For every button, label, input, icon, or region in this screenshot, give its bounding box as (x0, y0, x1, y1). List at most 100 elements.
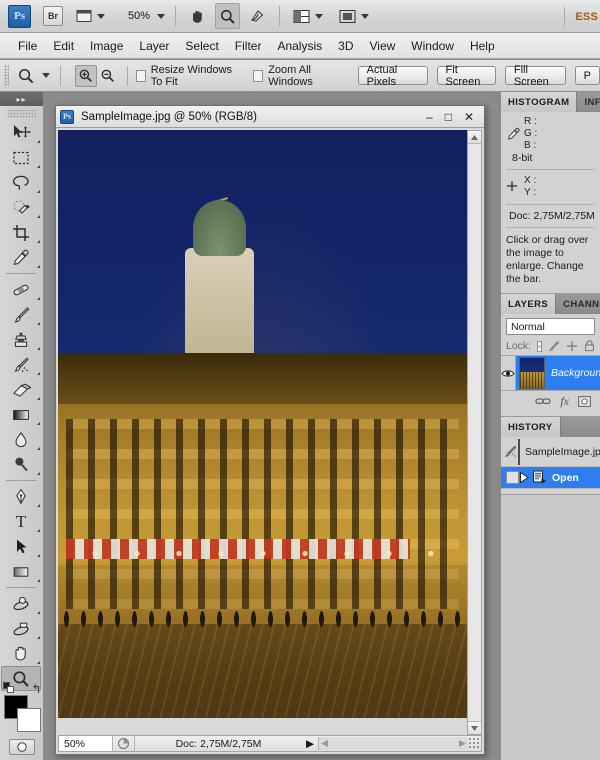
menu-item-edit[interactable]: Edit (45, 36, 82, 56)
menu-item-layer[interactable]: Layer (131, 36, 177, 56)
screen-mode-button[interactable] (336, 3, 372, 29)
document-title-bar[interactable]: Ps SampleImage.jpg @ 50% (RGB/8) – □ ✕ (56, 106, 484, 128)
sidebar-item-history-brush-tool[interactable] (0, 352, 42, 377)
minimize-button[interactable]: – (426, 111, 433, 123)
menu-item-3d[interactable]: 3D (330, 36, 361, 56)
menu-item-image[interactable]: Image (82, 36, 131, 56)
sidebar-item-move-tool[interactable] (0, 120, 42, 145)
layer-styles-fx-icon[interactable]: fx (560, 394, 569, 409)
photoshop-logo-icon[interactable]: Ps (8, 4, 31, 28)
sidebar-item-3d-object-rotate-tool[interactable] (0, 591, 42, 616)
background-color-swatch[interactable] (16, 708, 41, 732)
menu-item-analysis[interactable]: Analysis (269, 36, 330, 56)
sidebar-item-spot-healing-brush-tool[interactable] (0, 277, 42, 302)
canvas-vertical-scrollbar[interactable] (467, 130, 482, 735)
sidebar-item-lasso-tool[interactable] (0, 170, 42, 195)
workspace-switcher[interactable]: ESS (554, 0, 600, 33)
list-item[interactable]: Open (501, 467, 600, 489)
status-horizontal-scrollbar[interactable] (318, 737, 468, 750)
status-preview-icon[interactable] (113, 736, 135, 751)
menu-item-help[interactable]: Help (462, 36, 503, 56)
sidebar-item-gradient-tool[interactable] (0, 402, 42, 427)
layer-visibility-toggle[interactable] (501, 356, 516, 390)
link-layers-icon[interactable] (535, 396, 551, 406)
lock-position-icon[interactable] (566, 340, 578, 352)
zoom-tool-button[interactable] (215, 3, 241, 29)
launch-bridge-icon[interactable]: Br (43, 6, 63, 26)
print-size-button[interactable]: P (574, 66, 600, 85)
menu-item-window[interactable]: Window (403, 36, 462, 56)
image-canvas[interactable] (58, 130, 467, 718)
fit-screen-button[interactable]: Fit Screen (436, 64, 496, 88)
tab-histogram[interactable]: HISTOGRAM (501, 92, 578, 112)
add-layer-mask-icon[interactable] (578, 395, 591, 407)
sidebar-item-3d-camera-rotate-tool[interactable] (0, 616, 42, 641)
sidebar-item-clone-stamp-tool[interactable] (0, 327, 42, 352)
scroll-down-arrow-icon[interactable] (468, 721, 481, 734)
resize-windows-to-fit-checkbox[interactable] (135, 69, 146, 82)
zoom-all-windows-option[interactable]: Zoom All Windows (253, 64, 342, 88)
table-row[interactable]: Background (501, 355, 600, 391)
view-extras-button[interactable] (73, 3, 108, 29)
menu-item-file[interactable]: File (10, 36, 45, 56)
sidebar-item-eraser-tool[interactable] (0, 377, 42, 402)
create-snapshot-checkbox[interactable] (506, 471, 519, 484)
sidebar-item-blur-tool[interactable] (0, 427, 42, 452)
sidebar-item-path-selection-tool[interactable] (0, 534, 42, 559)
lock-transparent-pixels-icon[interactable] (537, 340, 542, 352)
tab-history[interactable]: HISTORY (501, 417, 561, 437)
blend-mode-select[interactable]: Normal (506, 318, 595, 335)
toolbox-collapse-button[interactable]: ▸▸ (0, 92, 43, 106)
sidebar-item-dodge-tool[interactable] (0, 452, 42, 477)
tab-channels[interactable]: CHANNELS (556, 294, 600, 314)
scroll-up-arrow-icon[interactable] (468, 131, 481, 144)
fill-screen-button[interactable]: Fill Screen (504, 64, 566, 88)
resize-windows-to-fit-option[interactable]: Resize Windows To Fit (135, 64, 242, 88)
sidebar-item-hand-tool[interactable] (0, 641, 42, 666)
sidebar-item-rectangle-tool[interactable] (0, 559, 42, 584)
sidebar-item-eyedropper-tool[interactable] (0, 245, 42, 270)
lock-all-icon[interactable] (584, 340, 595, 352)
zoom-out-button[interactable] (97, 65, 119, 87)
menu-item-select[interactable]: Select (177, 36, 226, 56)
default-colors-icon[interactable] (2, 682, 14, 693)
resize-grip[interactable] (468, 737, 481, 750)
rotate-view-tool-button[interactable] (246, 3, 269, 29)
zoom-level-value[interactable]: 50% (128, 10, 150, 22)
zoom-in-button[interactable] (74, 64, 97, 87)
menu-item-view[interactable]: View (361, 36, 403, 56)
scroll-right-arrow-icon[interactable] (459, 740, 466, 747)
hand-tool-button[interactable] (186, 3, 209, 29)
actual-pixels-button[interactable]: Actual Pixels (357, 64, 428, 88)
arrange-documents-icon (293, 9, 310, 23)
sidebar-item-horizontal-type-tool[interactable]: T (0, 509, 42, 534)
lock-image-pixels-icon[interactable] (548, 340, 560, 352)
tool-flyout-triangle-icon (34, 661, 40, 664)
sidebar-item-pen-tool[interactable] (0, 484, 42, 509)
options-bar-grip[interactable] (4, 64, 9, 87)
history-brush-source-toggle[interactable] (503, 444, 518, 459)
zoom-all-windows-checkbox[interactable] (253, 69, 264, 82)
document-status-bar: 50% Doc: 2,75M/2,75M ▶ (58, 735, 482, 752)
active-tool-preview[interactable] (17, 67, 50, 85)
quick-mask-mode-button[interactable] (8, 739, 35, 755)
zoom-level-chevron-down-icon[interactable] (157, 13, 166, 19)
close-button[interactable]: ✕ (464, 111, 474, 123)
lasso-icon (12, 175, 29, 190)
sidebar-item-rectangular-marquee-tool[interactable] (0, 145, 42, 170)
toolbox-grip[interactable] (7, 109, 36, 118)
sidebar-item-crop-tool[interactable] (0, 220, 42, 245)
maximize-button[interactable]: □ (445, 111, 452, 123)
sidebar-item-quick-selection-tool[interactable] (0, 195, 42, 220)
arrange-documents-button[interactable] (290, 3, 326, 29)
menu-item-filter[interactable]: Filter (227, 36, 270, 56)
list-item[interactable]: SampleImage.jpg (501, 437, 600, 467)
appbar-divider-1 (175, 6, 177, 26)
status-menu-arrow-icon[interactable]: ▶ (302, 738, 318, 750)
scroll-left-arrow-icon[interactable] (321, 740, 328, 747)
tab-info[interactable]: INFO (577, 92, 600, 112)
swap-colors-icon[interactable]: ↰ (31, 682, 41, 696)
status-zoom-field[interactable]: 50% (59, 736, 113, 751)
sidebar-item-brush-tool[interactable] (0, 302, 42, 327)
tab-layers[interactable]: LAYERS (501, 294, 557, 314)
